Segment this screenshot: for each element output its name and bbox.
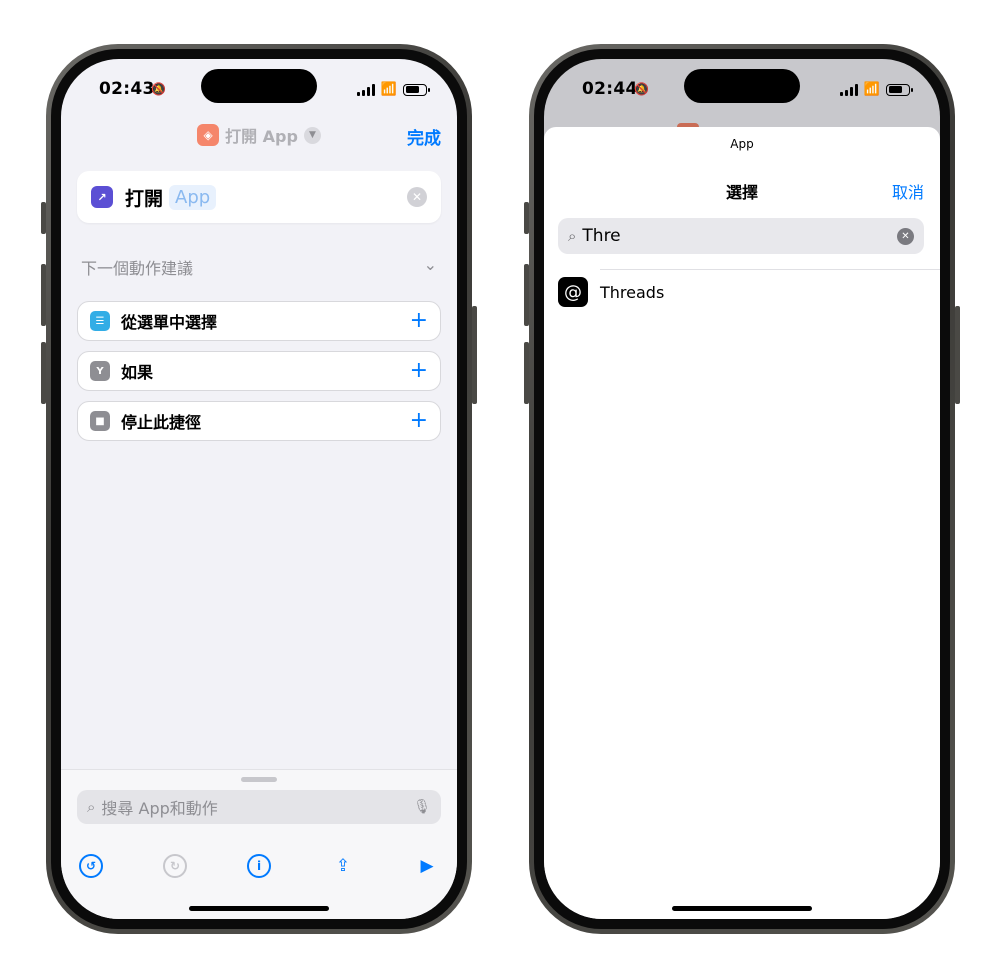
search-placeholder: 搜尋 App和動作 xyxy=(101,799,218,818)
right-phone: 02:44 🔕 📶 App 選擇 取消 ⌕ Thre ✕ @ Threads xyxy=(524,44,960,934)
sheet-subtitle: App xyxy=(730,137,754,151)
suggestion-label: 從選單中選擇 xyxy=(121,313,218,332)
status-icons: 📶 xyxy=(839,82,913,97)
dynamic-island xyxy=(684,69,800,103)
search-query: Thre xyxy=(582,226,621,246)
suggestion-label: 停止此捷徑 xyxy=(121,413,202,432)
redo-icon[interactable]: ↻ xyxy=(163,854,187,878)
add-icon[interactable]: + xyxy=(410,360,428,382)
battery-icon xyxy=(886,83,913,96)
sheet-grabber[interactable] xyxy=(241,777,277,782)
status-time: 02:44 xyxy=(582,79,638,99)
wifi-icon: 📶 xyxy=(380,82,397,97)
left-phone: 02:43 🔕 📶 ◈ 打開 App ▼ 完成 ↗ 打開 App ✕ 下一個動作… xyxy=(41,44,477,934)
open-app-action[interactable]: ↗ 打開 App ✕ xyxy=(77,171,441,223)
info-icon[interactable]: i xyxy=(247,854,271,878)
dynamic-island xyxy=(201,69,317,103)
cellular-signal-icon xyxy=(839,83,858,96)
suggestion-if[interactable]: Y 如果 + xyxy=(77,351,441,391)
power-button xyxy=(955,306,960,404)
done-button[interactable]: 完成 xyxy=(407,124,441,149)
search-icon: ⌕ xyxy=(568,227,577,245)
nav-bar: ◈ 打開 App ▼ 完成 xyxy=(61,115,457,155)
menu-list-icon: ☰ xyxy=(90,311,110,331)
wifi-icon: 📶 xyxy=(863,82,880,97)
status-icons: 📶 xyxy=(356,82,430,97)
app-result-label: Threads xyxy=(600,282,665,302)
add-icon[interactable]: + xyxy=(410,310,428,332)
volume-down-button xyxy=(41,342,46,404)
shortcut-title-text: 打開 App xyxy=(225,127,298,146)
stop-square-icon: ■ xyxy=(90,411,110,431)
chevron-down-icon[interactable]: ⌄ xyxy=(424,255,437,279)
remove-action-icon[interactable]: ✕ xyxy=(407,187,427,207)
sheet-title: 選擇 xyxy=(725,183,758,202)
branch-icon: Y xyxy=(90,361,110,381)
cancel-button[interactable]: 取消 xyxy=(892,179,924,203)
volume-up-button xyxy=(41,264,46,326)
divider xyxy=(600,269,940,270)
app-parameter-token[interactable]: App xyxy=(169,184,217,210)
status-time: 02:43 xyxy=(99,79,155,99)
right-screen: 02:44 🔕 📶 App 選擇 取消 ⌕ Thre ✕ @ Threads xyxy=(544,59,940,919)
add-icon[interactable]: + xyxy=(410,410,428,432)
share-icon[interactable]: ⇪ xyxy=(331,854,355,878)
suggestions-title: 下一個動作建議 xyxy=(81,259,194,278)
microphone-icon[interactable]: 🎙 xyxy=(413,799,431,815)
editor-toolbar: ↺ ↻ i ⇪ ▶ xyxy=(61,854,457,878)
left-screen: 02:43 🔕 📶 ◈ 打開 App ▼ 完成 ↗ 打開 App ✕ 下一個動作… xyxy=(61,59,457,919)
open-action-label: 打開 xyxy=(125,187,164,210)
action-button xyxy=(524,202,529,234)
open-app-icon: ↗ xyxy=(91,186,113,208)
shortcuts-layers-icon: ◈ xyxy=(197,124,220,146)
mute-bell-icon: 🔕 xyxy=(151,82,166,96)
app-picker-sheet: App 選擇 取消 ⌕ Thre ✕ @ Threads xyxy=(544,127,940,919)
volume-up-button xyxy=(524,264,529,326)
home-indicator xyxy=(189,906,329,911)
chevron-down-icon: ▼ xyxy=(303,126,321,144)
action-button xyxy=(41,202,46,234)
app-search-input[interactable]: ⌕ Thre ✕ xyxy=(558,218,924,254)
play-icon[interactable]: ▶ xyxy=(415,854,439,878)
mute-bell-icon: 🔕 xyxy=(634,82,649,96)
clear-search-icon[interactable]: ✕ xyxy=(897,227,914,245)
search-icon: ⌕ xyxy=(87,798,96,816)
power-button xyxy=(472,306,477,404)
volume-down-button xyxy=(524,342,529,404)
suggestion-stop-shortcut[interactable]: ■ 停止此捷徑 + xyxy=(77,401,441,441)
suggestion-label: 如果 xyxy=(121,363,154,382)
app-result-threads[interactable]: @ Threads xyxy=(558,277,664,307)
suggestions-header[interactable]: 下一個動作建議 ⌄ xyxy=(81,255,437,279)
action-search-sheet: ⌕ 搜尋 App和動作 🎙 ↺ ↻ i ⇪ ▶ xyxy=(61,769,457,919)
undo-icon[interactable]: ↺ xyxy=(79,854,103,878)
home-indicator xyxy=(672,906,812,911)
battery-icon xyxy=(403,83,430,96)
search-input[interactable]: ⌕ 搜尋 App和動作 🎙 xyxy=(77,790,441,824)
shortcut-title[interactable]: ◈ 打開 App ▼ xyxy=(61,123,457,147)
cellular-signal-icon xyxy=(356,83,375,96)
threads-app-icon: @ xyxy=(558,277,588,307)
suggestion-choose-from-menu[interactable]: ☰ 從選單中選擇 + xyxy=(77,301,441,341)
